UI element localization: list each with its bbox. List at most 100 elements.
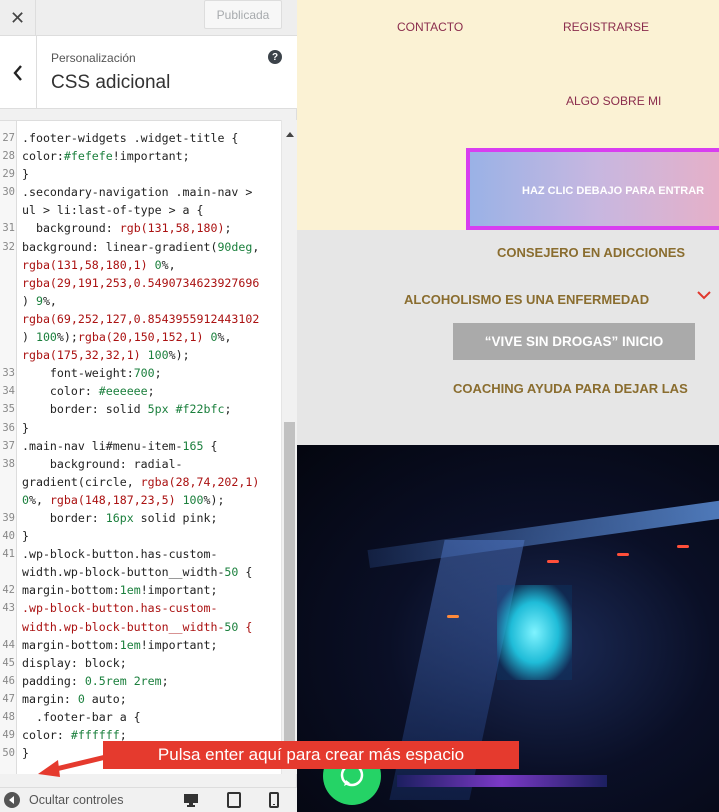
line-number: 34 [2, 385, 15, 398]
code-text: .footer-bar a { [22, 710, 141, 724]
scroll-up-arrow-icon[interactable] [286, 132, 294, 137]
back-button[interactable] [0, 36, 37, 109]
code-text: margin: 0 auto; [22, 691, 127, 706]
code-line: 39 border: 16px solid pink; [0, 509, 281, 527]
mobile-icon[interactable] [266, 792, 282, 808]
line-number: 41 [2, 548, 15, 561]
code-text: ) 9%, [22, 293, 57, 308]
line-number: 49 [2, 729, 15, 742]
scrollbar-thumb[interactable] [284, 422, 295, 767]
cta-label: HAZ CLIC DEBAJO PARA ENTRAR [522, 185, 705, 197]
code-text: background: rgb(131,58,180); [22, 221, 232, 236]
code-text: display: block; [22, 655, 127, 670]
code-line: 43 .wp-block-button.has-custom- [0, 599, 281, 617]
primary-navigation: CONTACTO REGISTRARSE ALGO SOBRE MI HAZ C… [297, 0, 719, 230]
help-icon[interactable]: ? [268, 50, 282, 64]
editor-scrollbar[interactable] [281, 120, 297, 774]
site-preview: CONTACTO REGISTRARSE ALGO SOBRE MI HAZ C… [297, 0, 719, 812]
line-number: 47 [2, 692, 15, 705]
code-line: 31 background: rgb(131,58,180); [0, 219, 281, 237]
code-line: rgba(29,191,253,0.5490734623927696 [0, 274, 281, 292]
code-text: } [22, 746, 29, 761]
code-text: 0%, rgba(148,187,23,5) 100%); [22, 492, 225, 507]
hero-cyan-glow [497, 585, 572, 680]
line-number: 31 [2, 222, 15, 235]
section-subtitle: Personalización [51, 51, 136, 65]
code-text: ) 100%);rgba(20,150,152,1) 0%, [22, 330, 232, 345]
line-number: 39 [2, 511, 15, 524]
line-number: 28 [2, 150, 15, 163]
hero-spark [447, 615, 459, 618]
desktop-icon[interactable] [183, 792, 199, 808]
code-line: 34 color: #eeeeee; [0, 382, 281, 400]
code-text: .wp-block-button.has-custom- [22, 547, 218, 562]
code-text: } [22, 529, 29, 544]
code-text: } [22, 167, 29, 182]
code-line: 47 margin: 0 auto; [0, 690, 281, 708]
code-line: 45 display: block; [0, 654, 281, 672]
nav-link-algo-sobre-mi[interactable]: ALGO SOBRE MI [566, 94, 661, 108]
code-text: margin-bottom:1em!important; [22, 637, 218, 652]
code-line: rgba(69,252,127,0.8543955912443102 [0, 310, 281, 328]
nav-item-vive-sin-drogas[interactable]: “VIVE SIN DROGAS” INICIO [453, 323, 695, 360]
hide-controls-button[interactable]: Ocultar controles [29, 793, 123, 807]
hero-spark [677, 545, 689, 548]
hide-controls-icon[interactable] [4, 792, 20, 808]
close-icon[interactable]: ✕ [0, 0, 36, 36]
code-line: 28 color:#fefefe!important; [0, 147, 281, 165]
code-text: margin-bottom:1em!important; [22, 583, 218, 598]
line-number: 35 [2, 403, 15, 416]
chevron-down-icon[interactable] [697, 290, 711, 300]
code-line: width.wp-block-button__width-50 { [0, 563, 281, 581]
publish-button[interactable]: Publicada [204, 0, 282, 29]
code-line: 37 .main-nav li#menu-item-165 { [0, 437, 281, 455]
code-line: rgba(131,58,180,1) 0%, [0, 256, 281, 274]
line-number: 30 [2, 186, 15, 199]
code-line: gradient(circle, rgba(28,74,202,1) [0, 473, 281, 491]
line-number: 50 [2, 747, 15, 760]
css-code-editor[interactable]: 27 .footer-widgets .widget-title {28 color… [0, 120, 281, 774]
chevron-left-icon [13, 64, 22, 81]
code-text: width.wp-block-button__width-50 { [22, 565, 253, 580]
code-line: 36} [0, 419, 281, 437]
nav-link-registrarse[interactable]: REGISTRARSE [563, 20, 649, 34]
customizer-panel: ✕ Publicada Personalización CSS adiciona… [0, 0, 297, 812]
nav-item-coaching[interactable]: COACHING AYUDA PARA DEJAR LAS [453, 381, 688, 396]
line-number: 33 [2, 367, 15, 380]
code-line: 44 margin-bottom:1em!important; [0, 636, 281, 654]
line-number: 32 [2, 240, 15, 253]
code-text: gradient(circle, rgba(28,74,202,1) [22, 474, 260, 489]
line-number: 44 [2, 638, 15, 651]
secondary-navigation: CONSEJERO EN ADICCIONES ALCOHOLISMO ES U… [297, 230, 719, 445]
code-text: rgba(29,191,253,0.5490734623927696 [22, 275, 260, 290]
code-text: border: solid 5px #f22bfc; [22, 402, 232, 417]
code-text: rgba(69,252,127,0.8543955912443102 [22, 311, 260, 326]
code-text: border: 16px solid pink; [22, 510, 218, 525]
code-line: ) 100%);rgba(20,150,152,1) 0%, [0, 328, 281, 346]
line-number: 38 [2, 457, 15, 470]
code-line: 30 .secondary-navigation .main-nav > [0, 183, 281, 201]
nav-link-contacto[interactable]: CONTACTO [397, 20, 463, 34]
cta-menu-item[interactable]: HAZ CLIC DEBAJO PARA ENTRAR [466, 148, 719, 230]
annotation-callout: Pulsa enter aquí para crear más espacio [103, 741, 519, 769]
line-number: 29 [2, 168, 15, 181]
code-text: rgba(175,32,32,1) 100%); [22, 348, 190, 363]
code-line: 27 .footer-widgets .widget-title { [0, 129, 281, 147]
code-text: font-weight:700; [22, 366, 162, 381]
code-line: 33 font-weight:700; [0, 364, 281, 382]
line-number: 46 [2, 674, 15, 687]
code-text: .footer-widgets .widget-title { [22, 131, 239, 145]
hero-purple-stripe [397, 775, 607, 787]
code-text: width.wp-block-button__width-50 { [22, 619, 253, 634]
hero-spark [617, 553, 629, 556]
code-line: rgba(175,32,32,1) 100%); [0, 346, 281, 364]
code-lines: 27 .footer-widgets .widget-title {28 color… [0, 129, 281, 762]
code-line: ul > li:last-of-type > a { [0, 201, 281, 219]
code-line: 32 background: linear-gradient(90deg, [0, 238, 281, 256]
code-text: rgba(131,58,180,1) 0%, [22, 257, 176, 272]
nav-item-consejero[interactable]: CONSEJERO EN ADICCIONES [497, 245, 685, 260]
nav-item-alcoholismo[interactable]: ALCOHOLISMO ES UNA ENFERMEDAD [404, 292, 649, 307]
code-text: padding: 0.5rem 2rem; [22, 673, 169, 688]
tablet-icon[interactable] [226, 792, 242, 808]
customizer-screen: ✕ Publicada Personalización CSS adiciona… [0, 0, 719, 812]
